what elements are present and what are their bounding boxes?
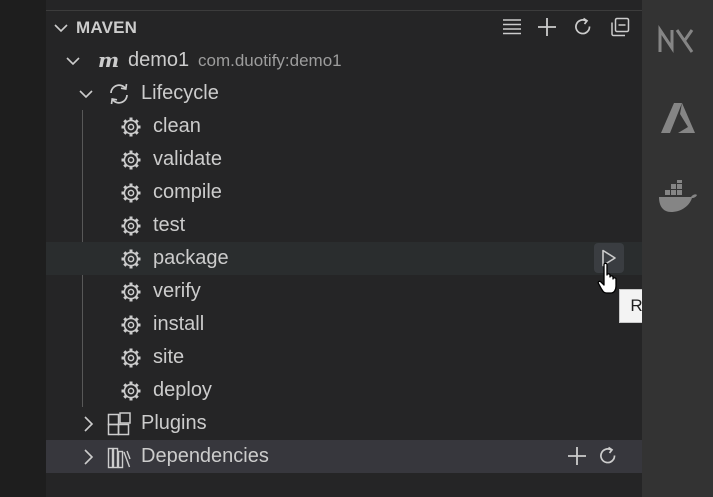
goal-label: validate bbox=[153, 148, 222, 170]
chevron-down-icon[interactable] bbox=[66, 54, 80, 68]
docker-icon[interactable] bbox=[657, 178, 699, 214]
section-title: MAVEN bbox=[76, 18, 138, 37]
gear-icon bbox=[121, 282, 141, 302]
goal-validate[interactable]: validate bbox=[46, 143, 642, 176]
sync-icon bbox=[110, 83, 128, 105]
project-name: demo1 bbox=[128, 49, 190, 71]
goal-label: compile bbox=[153, 181, 222, 203]
gear-icon bbox=[121, 183, 141, 203]
list-icon[interactable] bbox=[499, 14, 525, 40]
dependencies-label: Dependencies bbox=[141, 445, 269, 467]
chevron-right-icon[interactable] bbox=[82, 416, 94, 432]
goal-label: site bbox=[153, 346, 185, 368]
goal-package[interactable]: package bbox=[46, 242, 642, 275]
extensions-icon bbox=[107, 412, 131, 436]
collapse-all-icon[interactable] bbox=[607, 14, 633, 40]
plugins-node[interactable]: Plugins bbox=[46, 407, 642, 440]
goal-verify[interactable]: verify bbox=[46, 275, 642, 308]
hand-cursor-icon bbox=[597, 262, 617, 294]
gear-icon bbox=[121, 216, 141, 236]
editor-gutter bbox=[0, 0, 46, 497]
chevron-down-icon[interactable] bbox=[79, 87, 93, 101]
project-description: com.duotify:demo1 bbox=[198, 51, 342, 70]
goal-label: install bbox=[153, 313, 205, 335]
gear-icon bbox=[121, 315, 141, 335]
nx-icon[interactable] bbox=[658, 24, 698, 58]
lifecycle-label: Lifecycle bbox=[141, 82, 219, 104]
maven-icon: m bbox=[98, 48, 120, 72]
goal-clean[interactable]: clean bbox=[46, 110, 642, 143]
goal-compile[interactable]: compile bbox=[46, 176, 642, 209]
project-demo1[interactable]: m demo1 com.duotify:demo1 bbox=[46, 44, 642, 77]
goal-install[interactable]: install bbox=[46, 308, 642, 341]
azure-icon[interactable] bbox=[660, 100, 696, 136]
goal-deploy[interactable]: deploy bbox=[46, 374, 642, 407]
activity-bar bbox=[642, 0, 713, 497]
gear-icon bbox=[121, 348, 141, 368]
goal-label: clean bbox=[153, 115, 201, 137]
gear-icon bbox=[121, 117, 141, 137]
gear-icon bbox=[121, 150, 141, 170]
dependencies-node[interactable]: Dependencies bbox=[46, 440, 642, 473]
goal-site[interactable]: site bbox=[46, 341, 642, 374]
goal-label: verify bbox=[153, 280, 201, 302]
goal-label: test bbox=[153, 214, 186, 236]
add-dependency-icon[interactable] bbox=[564, 443, 590, 469]
goal-test[interactable]: test bbox=[46, 209, 642, 242]
add-icon[interactable] bbox=[534, 14, 560, 40]
goal-label: package bbox=[153, 247, 229, 269]
chevron-down-icon[interactable] bbox=[54, 21, 68, 35]
refresh-dependencies-icon[interactable] bbox=[595, 443, 621, 469]
plugins-label: Plugins bbox=[141, 412, 207, 434]
maven-section-header[interactable]: MAVEN bbox=[46, 11, 642, 44]
library-icon bbox=[107, 447, 131, 469]
refresh-icon[interactable] bbox=[570, 14, 596, 40]
gear-icon bbox=[121, 249, 141, 269]
chevron-right-icon[interactable] bbox=[82, 449, 94, 465]
goal-label: deploy bbox=[153, 379, 212, 401]
gear-icon bbox=[121, 381, 141, 401]
lifecycle-node[interactable]: Lifecycle bbox=[46, 77, 642, 110]
